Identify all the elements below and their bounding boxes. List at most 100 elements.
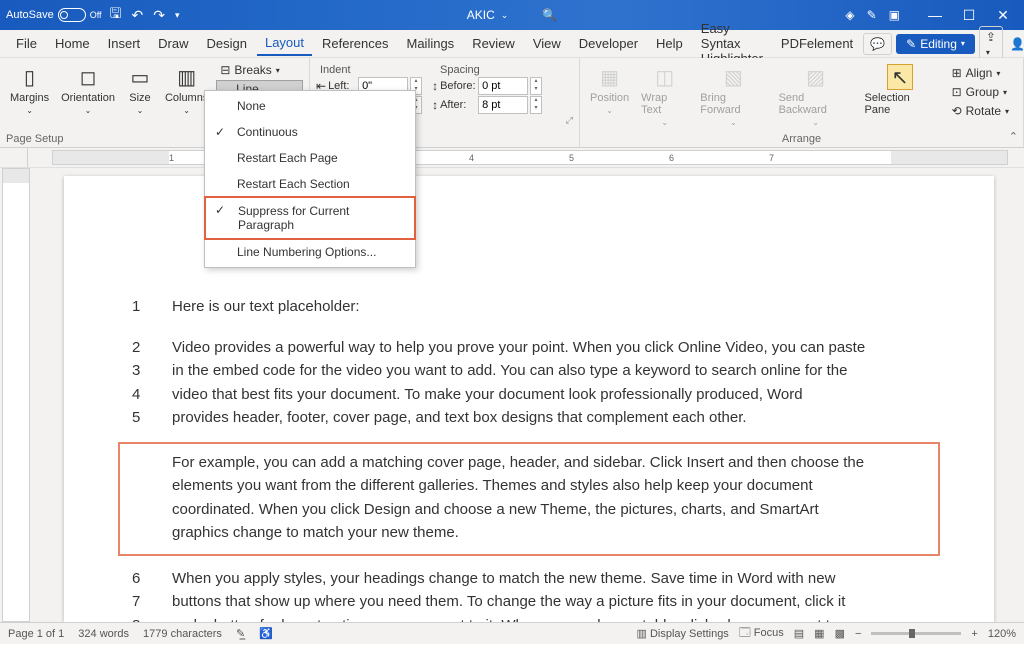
line-numbers-option[interactable]: Line Numbering Options... <box>205 239 415 265</box>
doc-line[interactable]: 5provides header, footer, cover page, an… <box>132 407 926 430</box>
line-numbers-option[interactable]: Restart Each Page <box>205 145 415 171</box>
doc-line[interactable]: coordinated. When you click Design and c… <box>132 499 926 522</box>
line-text[interactable]: buttons that show up where you need them… <box>172 591 926 614</box>
spellcheck-icon[interactable]: ✎̲ <box>236 627 245 640</box>
quick-access-toolbar: 🖫 ↶ ↷ ▾ <box>110 3 180 27</box>
spacing-after-icon: ↕ <box>432 98 438 112</box>
doc-line[interactable]: 1Here is our text placeholder: <box>132 296 926 319</box>
line-text[interactable]: Here is our text placeholder: <box>172 296 926 319</box>
doc-line[interactable]: 7buttons that show up where you need the… <box>132 591 926 614</box>
spacing-after-input[interactable] <box>478 96 528 114</box>
rotate-button: ⟲Rotate ▾ <box>948 102 1013 120</box>
spacing-before-input[interactable] <box>478 77 528 95</box>
line-text[interactable]: When you apply styles, your headings cha… <box>172 568 926 591</box>
size-button[interactable]: ▭ Size⌄ <box>123 62 157 117</box>
breaks-button[interactable]: ⊟Breaks ▾ <box>216 62 303 78</box>
bring-forward-button: ▧Bring Forward⌄ <box>696 62 770 129</box>
line-numbers-option[interactable]: None <box>205 93 415 119</box>
tab-insert[interactable]: Insert <box>100 32 149 55</box>
tab-mailings[interactable]: Mailings <box>399 32 463 55</box>
focus-button[interactable]: 🗔 Focus <box>739 624 784 643</box>
tab-draw[interactable]: Draw <box>150 32 196 55</box>
undo-icon[interactable]: ↶ <box>131 7 143 24</box>
tab-layout[interactable]: Layout <box>257 31 312 56</box>
page-indicator[interactable]: Page 1 of 1 <box>8 628 64 640</box>
line-text[interactable]: and a button for layout options appears … <box>172 615 926 623</box>
zoom-slider[interactable] <box>871 632 961 635</box>
redo-icon[interactable]: ↷ <box>153 7 165 24</box>
tab-design[interactable]: Design <box>199 32 255 55</box>
wrap-text-button: ◫Wrap Text⌄ <box>637 62 692 129</box>
close-button[interactable]: ✕ <box>988 7 1018 24</box>
pen-icon[interactable]: ✎ <box>867 8 877 22</box>
char-count[interactable]: 1779 characters <box>143 628 222 640</box>
doc-line[interactable]: graphics change to match your new theme. <box>132 522 926 545</box>
search-icon[interactable]: 🔍 <box>542 8 557 22</box>
doc-line[interactable]: 8and a button for layout options appears… <box>132 615 926 623</box>
margins-button[interactable]: ▯ Margins⌄ <box>6 62 53 117</box>
tab-view[interactable]: View <box>525 32 569 55</box>
accessibility-icon[interactable]: ♿ <box>259 627 273 640</box>
paragraph-launcher[interactable]: ⤢ <box>566 115 573 126</box>
tab-home[interactable]: Home <box>47 32 98 55</box>
save-icon[interactable]: 🖫 <box>110 3 122 27</box>
display-settings[interactable]: ▥ Display Settings <box>636 627 728 640</box>
line-text[interactable]: For example, you can add a matching cove… <box>172 452 926 475</box>
person-icon[interactable]: 👤 <box>1007 34 1024 54</box>
qat-dropdown-icon[interactable]: ▾ <box>175 10 180 21</box>
line-text[interactable]: elements you want from the different gal… <box>172 475 926 498</box>
selection-pane-button[interactable]: ↖Selection Pane <box>861 62 940 118</box>
tab-pdfelement[interactable]: PDFelement <box>773 32 861 55</box>
web-layout-icon[interactable]: ▩ <box>835 627 845 640</box>
doc-line[interactable]: 4video that best fits your document. To … <box>132 384 926 407</box>
group-icon: ⊡ <box>952 85 962 99</box>
columns-icon: ▥ <box>174 64 200 90</box>
orientation-button[interactable]: ◻ Orientation⌄ <box>57 62 119 117</box>
line-numbers-option[interactable]: Restart Each Section <box>205 171 415 197</box>
window-icon[interactable]: ▣ <box>889 8 900 22</box>
vertical-ruler[interactable] <box>2 168 30 622</box>
line-text[interactable]: Video provides a powerful way to help yo… <box>172 337 926 360</box>
line-numbers-option[interactable]: Suppress for Current Paragraph <box>204 196 416 240</box>
line-numbers-option[interactable]: Continuous <box>205 119 415 145</box>
maximize-button[interactable]: ☐ <box>954 7 984 24</box>
tab-review[interactable]: Review <box>464 32 523 55</box>
autosave-toggle[interactable]: AutoSave Off <box>6 8 102 22</box>
tab-developer[interactable]: Developer <box>571 32 646 55</box>
tab-references[interactable]: References <box>314 32 396 55</box>
doc-line[interactable]: elements you want from the different gal… <box>132 475 926 498</box>
line-text[interactable]: video that best fits your document. To m… <box>172 384 926 407</box>
doc-line[interactable]: 2Video provides a powerful way to help y… <box>132 337 926 360</box>
diamond-icon[interactable]: ◈ <box>845 8 854 22</box>
tab-file[interactable]: File <box>8 32 45 55</box>
line-text[interactable]: coordinated. When you click Design and c… <box>172 499 926 522</box>
comments-icon[interactable]: 💬 <box>863 33 892 55</box>
spacing-after-spinner[interactable]: ▴▾ <box>530 96 542 114</box>
doc-line[interactable]: 6When you apply styles, your headings ch… <box>132 568 926 591</box>
zoom-in-button[interactable]: + <box>971 628 977 640</box>
doc-line[interactable]: 3 in the embed code for the video you wan… <box>132 360 926 383</box>
pencil-icon: ✎ <box>906 37 916 51</box>
doc-title[interactable]: AKIC⌄ 🔍 <box>467 8 558 22</box>
zoom-out-button[interactable]: − <box>855 628 861 640</box>
spacing-before-spinner[interactable]: ▴▾ <box>530 77 542 95</box>
horizontal-ruler[interactable]: 1234567 <box>0 148 1024 168</box>
read-mode-icon[interactable]: ▤ <box>794 627 804 640</box>
editing-mode-button[interactable]: ✎ Editing ▾ <box>896 34 975 54</box>
tab-help[interactable]: Help <box>648 32 691 55</box>
send-backward-button: ▨Send Backward⌄ <box>775 62 857 129</box>
line-number: 3 <box>132 360 148 383</box>
doc-line[interactable]: For example, you can add a matching cove… <box>132 452 926 475</box>
line-text[interactable]: graphics change to match your new theme. <box>172 522 926 545</box>
word-count[interactable]: 324 words <box>78 628 129 640</box>
minimize-button[interactable]: — <box>920 7 950 24</box>
share-button[interactable]: ⇪ ▾ <box>979 26 1003 62</box>
line-text[interactable]: provides header, footer, cover page, and… <box>172 407 926 430</box>
position-icon: ▦ <box>597 64 623 90</box>
collapse-ribbon-button[interactable]: ⌃ <box>1009 130 1018 143</box>
line-text[interactable]: in the embed code for the video you want… <box>172 360 926 383</box>
orientation-icon: ◻ <box>75 64 101 90</box>
size-icon: ▭ <box>127 64 153 90</box>
print-layout-icon[interactable]: ▦ <box>814 627 824 640</box>
zoom-level[interactable]: 120% <box>988 628 1016 640</box>
